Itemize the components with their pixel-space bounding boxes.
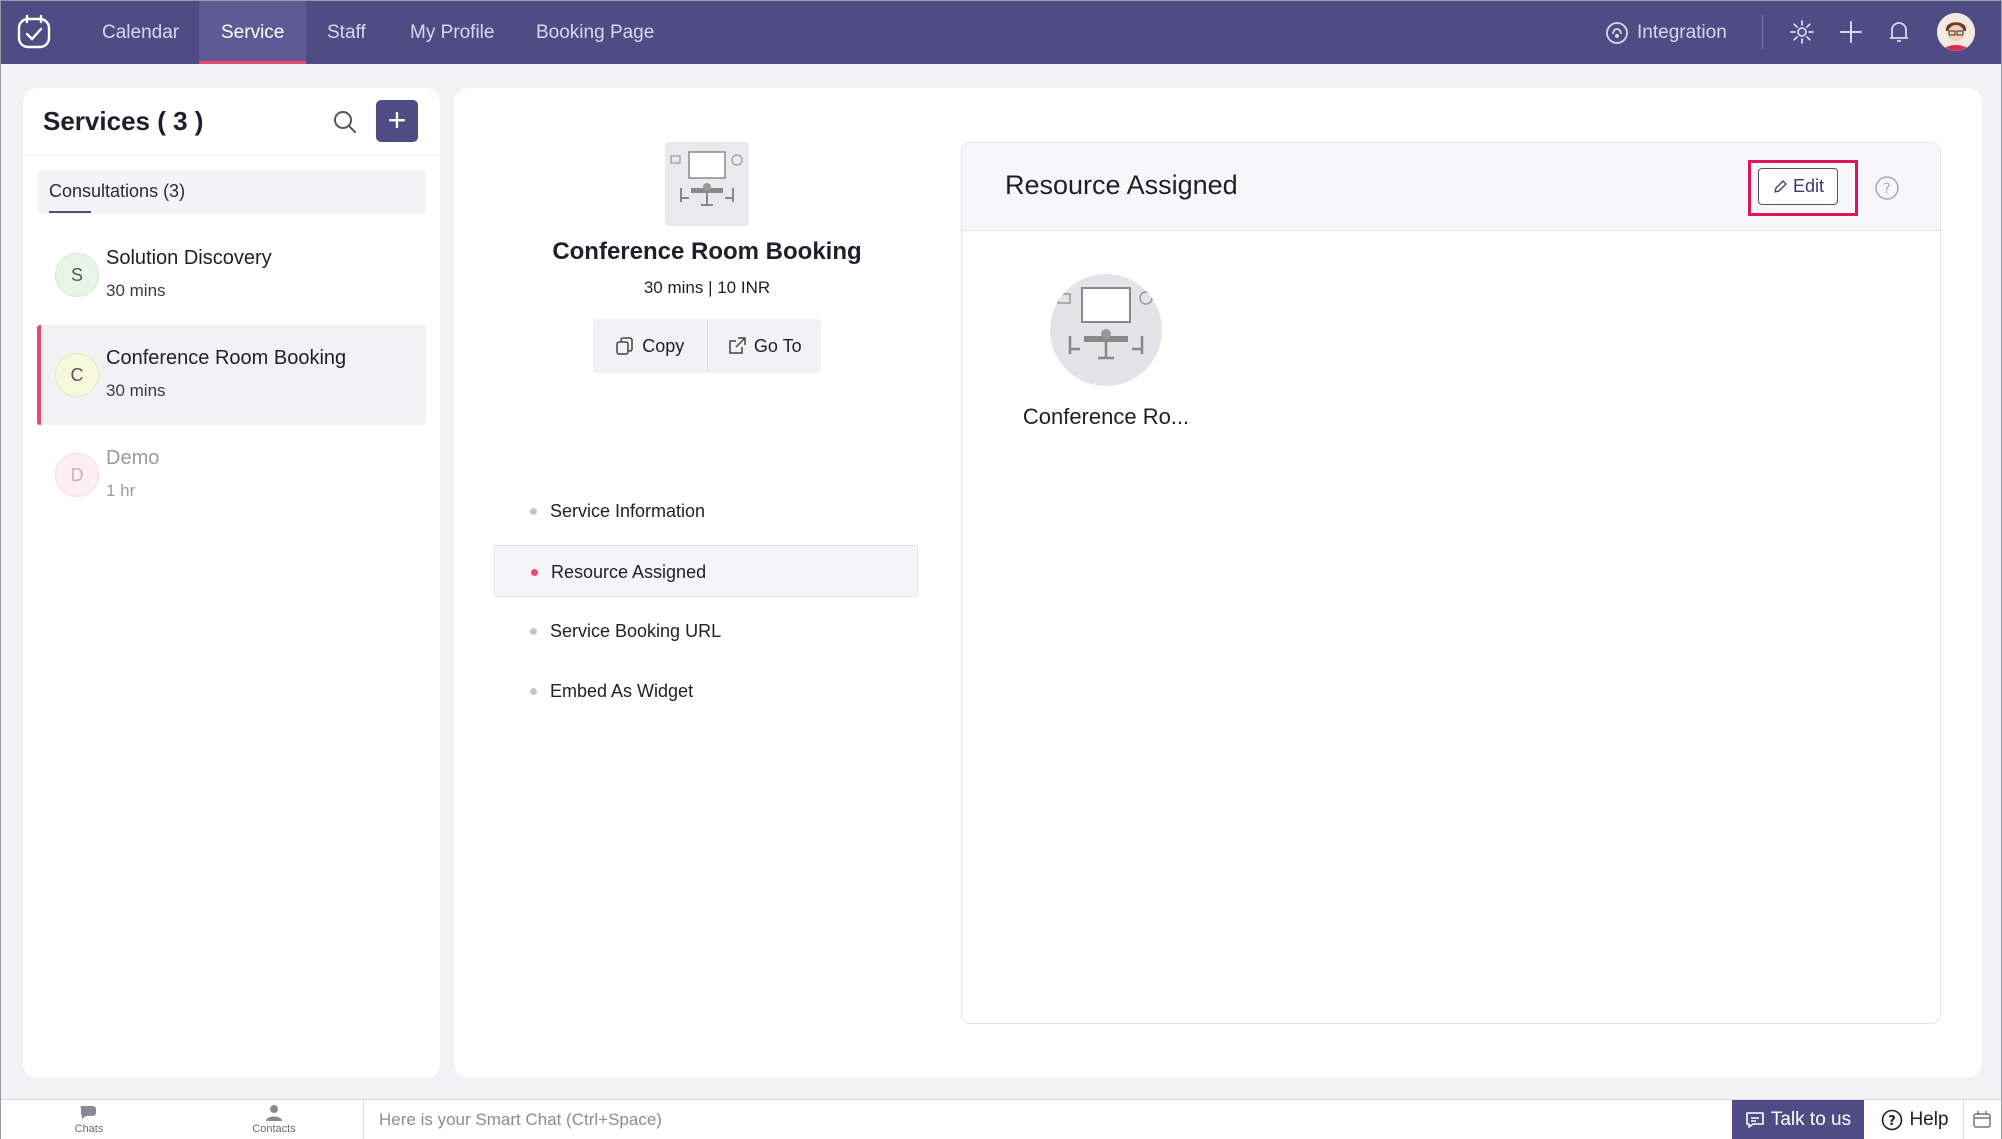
chat-bubbles-icon (80, 1106, 96, 1119)
nav-booking-page[interactable]: Booking Page (514, 1, 676, 64)
service-item-solution-discovery[interactable]: S Solution Discovery 30 mins (37, 225, 426, 325)
app-logo-icon[interactable] (15, 13, 53, 51)
menu-resource-assigned[interactable]: Resource Assigned (494, 545, 918, 597)
nav-my-profile[interactable]: My Profile (388, 1, 516, 64)
help-button[interactable]: ? Help (1875, 1100, 1955, 1139)
category-tab-consultations[interactable]: Consultations (3) (37, 170, 426, 214)
edit-button[interactable]: Edit (1758, 168, 1838, 205)
service-letter-avatar: C (55, 353, 99, 397)
conference-room-icon (670, 151, 743, 206)
talk-label: Talk to us (1770, 1109, 1852, 1130)
chats-label: Chats (74, 1123, 104, 1135)
copy-icon (616, 337, 633, 355)
bell-icon[interactable] (1886, 19, 1912, 45)
external-link-icon (729, 337, 746, 354)
resource-card-title: Resource Assigned (1005, 170, 1238, 200)
menu-service-information[interactable]: Service Information (494, 485, 918, 537)
smart-chat-input[interactable]: Here is your Smart Chat (Ctrl+Space) (379, 1110, 662, 1130)
resource-name[interactable]: Conference Ro... (1006, 404, 1206, 430)
services-title: Services ( 3 ) (43, 106, 204, 136)
contacts-label: Contacts (252, 1123, 296, 1135)
menu-service-booking-url[interactable]: Service Booking URL (494, 605, 918, 657)
go-to-button[interactable]: Go To (706, 319, 822, 373)
svg-text:?: ? (1889, 1114, 1897, 1129)
question-icon: ? (1882, 1109, 1903, 1131)
service-detail-title: Conference Room Booking (552, 238, 862, 265)
nav-service[interactable]: Service (199, 1, 307, 64)
menu-embed-as-widget[interactable]: Embed As Widget (494, 665, 918, 717)
service-name: Conference Room Booking (106, 347, 347, 369)
resource-assigned-card: Resource Assigned Edit ? Conference Ro..… (961, 142, 1941, 1024)
service-detail-panel: Conference Room Booking 30 mins | 10 INR… (454, 88, 1982, 1078)
bottom-right-divider (1963, 1100, 1964, 1139)
bottom-divider (363, 1100, 364, 1139)
search-icon[interactable] (331, 108, 359, 136)
go-to-label: Go To (753, 335, 802, 356)
contacts-button[interactable]: Contacts (234, 1104, 314, 1135)
nav-divider (1762, 15, 1763, 49)
help-icon[interactable]: ? (1874, 175, 1900, 201)
service-duration: 1 hr (106, 481, 136, 500)
service-actions: Copy Go To (593, 319, 821, 373)
bottom-bar: Chats Contacts Here is your Smart Chat (… (1, 1099, 2001, 1139)
plus-icon[interactable] (1838, 19, 1864, 45)
edit-label: Edit (1792, 176, 1825, 196)
help-label: Help (1909, 1109, 1949, 1130)
pencil-icon (1774, 179, 1787, 193)
contacts-icon (266, 1105, 282, 1121)
avatar-face-icon (1937, 13, 1975, 51)
service-detail-menu: Service Information Resource Assigned Se… (494, 485, 918, 725)
svg-text:?: ? (1883, 181, 1890, 197)
nav-staff[interactable]: Staff (305, 1, 388, 64)
service-duration: 30 mins (106, 281, 166, 300)
user-avatar[interactable] (1937, 13, 1975, 51)
chat-icon (1746, 1112, 1764, 1128)
service-letter-avatar: S (55, 253, 99, 297)
conference-room-icon (1057, 287, 1153, 360)
resource-avatar[interactable] (1050, 274, 1162, 386)
integration-icon (1606, 22, 1628, 44)
service-detail-meta: 30 mins | 10 INR (643, 278, 771, 297)
services-panel: Services ( 3 ) + Consultations (3) S Sol… (23, 88, 440, 1078)
panel-divider (23, 155, 440, 156)
add-service-button[interactable]: + (376, 100, 418, 142)
top-navigation-bar: Calendar Service Staff My Profile Bookin… (1, 1, 2001, 64)
chats-button[interactable]: Chats (49, 1104, 129, 1135)
talk-to-us-button[interactable]: Talk to us (1732, 1100, 1864, 1139)
service-duration: 30 mins (106, 381, 166, 400)
conference-room-image (665, 142, 749, 226)
service-letter-avatar: D (55, 453, 99, 497)
copy-label: Copy (642, 335, 685, 356)
integration-label: Integration (1637, 22, 1727, 43)
service-name: Demo (106, 447, 160, 469)
copy-button[interactable]: Copy (593, 319, 707, 373)
service-name: Solution Discovery (106, 247, 272, 269)
announcement-icon[interactable] (1971, 1109, 1993, 1131)
service-item-conference-room-booking[interactable]: C Conference Room Booking 30 mins (37, 325, 426, 425)
nav-calendar[interactable]: Calendar (80, 1, 201, 64)
integration-button[interactable]: Integration (1605, 19, 1727, 47)
settings-icon[interactable] (1789, 19, 1815, 45)
service-item-demo[interactable]: D Demo 1 hr (37, 425, 426, 525)
